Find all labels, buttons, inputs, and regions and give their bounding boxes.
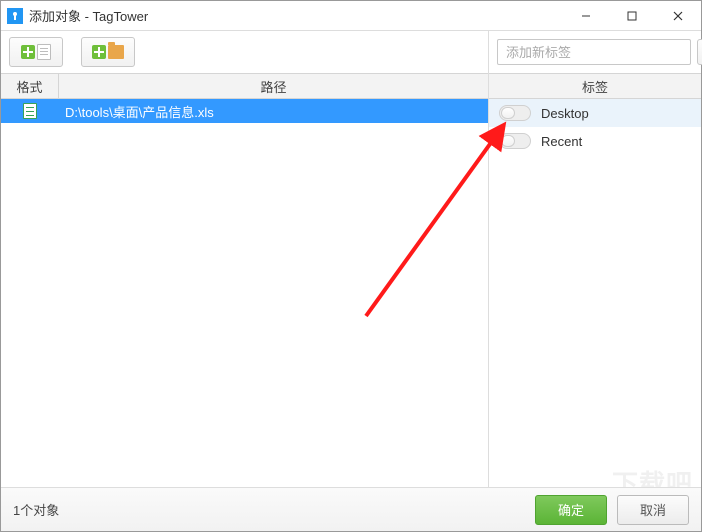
tag-label: Recent bbox=[541, 134, 582, 149]
tag-row-recent[interactable]: Recent bbox=[489, 127, 701, 155]
column-header-tags[interactable]: 标签 bbox=[489, 74, 701, 98]
right-toolbar bbox=[489, 31, 701, 73]
close-button[interactable] bbox=[655, 1, 701, 30]
add-tag-button[interactable] bbox=[697, 39, 702, 65]
plus-icon bbox=[92, 45, 106, 59]
file-list[interactable]: D:\tools\桌面\产品信息.xls bbox=[1, 99, 488, 487]
tag-label: Desktop bbox=[541, 106, 589, 121]
maximize-button[interactable] bbox=[609, 1, 655, 30]
left-pane: 格式 路径 D:\tools\桌面\产品信息.xls bbox=[1, 31, 489, 487]
plus-icon bbox=[698, 45, 702, 59]
add-folder-button[interactable] bbox=[81, 37, 135, 67]
toggle-switch[interactable] bbox=[499, 105, 531, 121]
app-icon bbox=[7, 8, 23, 24]
folder-icon bbox=[108, 45, 124, 59]
add-tag-input[interactable] bbox=[497, 39, 691, 65]
statusbar: 1个对象 确定 取消 bbox=[1, 487, 701, 531]
file-icon bbox=[37, 44, 51, 60]
column-header-format[interactable]: 格式 bbox=[1, 74, 59, 98]
xls-icon bbox=[23, 103, 37, 119]
window-title: 添加对象 - TagTower bbox=[29, 6, 563, 25]
toggle-switch[interactable] bbox=[499, 133, 531, 149]
file-path: D:\tools\桌面\产品信息.xls bbox=[59, 102, 488, 121]
column-header-path[interactable]: 路径 bbox=[59, 74, 488, 98]
right-pane: 标签 Desktop Recent bbox=[489, 31, 701, 487]
titlebar: 添加对象 - TagTower bbox=[1, 1, 701, 31]
cancel-button[interactable]: 取消 bbox=[617, 495, 689, 525]
left-column-headers: 格式 路径 bbox=[1, 73, 488, 99]
plus-icon bbox=[21, 45, 35, 59]
add-file-button[interactable] bbox=[9, 37, 63, 67]
table-row[interactable]: D:\tools\桌面\产品信息.xls bbox=[1, 99, 488, 123]
ok-button[interactable]: 确定 bbox=[535, 495, 607, 525]
tag-row-desktop[interactable]: Desktop bbox=[489, 99, 701, 127]
minimize-button[interactable] bbox=[563, 1, 609, 30]
right-column-headers: 标签 bbox=[489, 73, 701, 99]
tag-list[interactable]: Desktop Recent bbox=[489, 99, 701, 487]
left-toolbar bbox=[1, 31, 488, 73]
status-count: 1个对象 bbox=[13, 500, 525, 519]
